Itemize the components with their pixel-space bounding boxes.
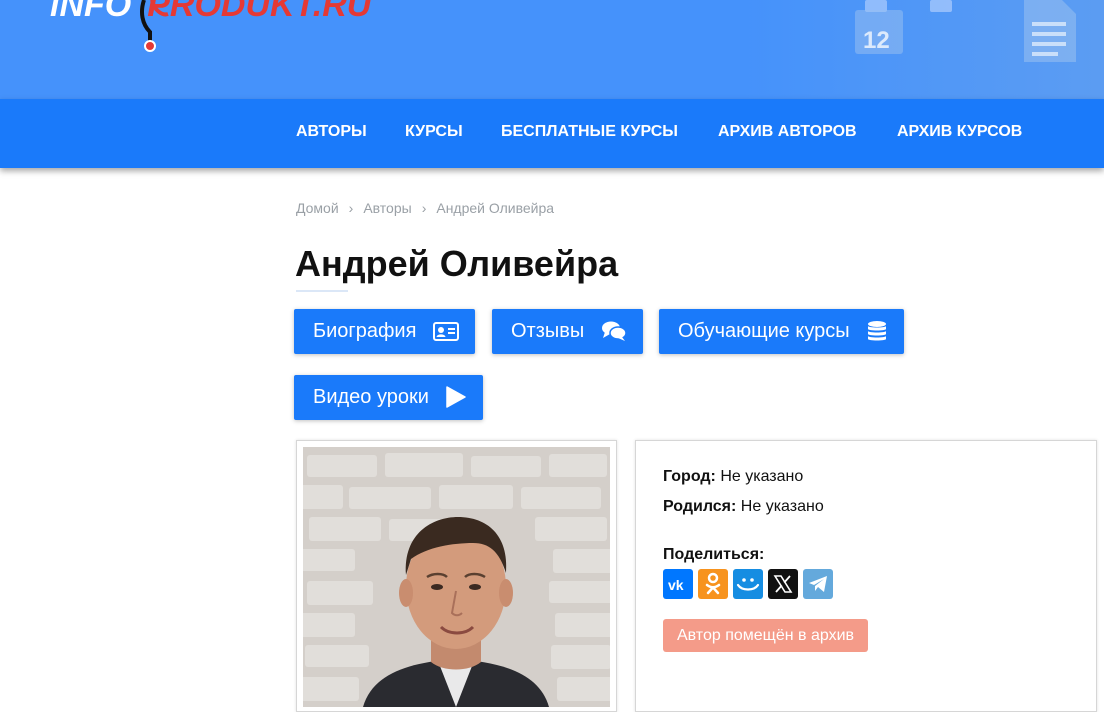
city-value: Не указано xyxy=(715,468,804,485)
tab-courses-label: Обучающие курсы xyxy=(678,320,850,342)
nav-authors[interactable]: АВТОРЫ xyxy=(296,123,367,141)
id-card-icon xyxy=(433,322,459,341)
comments-icon xyxy=(602,321,627,341)
play-icon xyxy=(446,386,466,408)
breadcrumb-current: Андрей Оливейра xyxy=(436,200,555,216)
tab-reviews-label: Отзывы xyxy=(511,320,585,342)
header-decoration xyxy=(930,0,952,12)
tab-biography[interactable]: Биография xyxy=(294,309,475,354)
vk-icon: vk xyxy=(668,577,684,591)
tab-biography-label: Биография xyxy=(313,320,417,342)
odnoklassniki-icon xyxy=(705,572,721,595)
city-label: Город: xyxy=(663,468,716,485)
nav-authors-archive[interactable]: АРХИВ АВТОРОВ xyxy=(718,123,857,141)
database-icon xyxy=(868,321,886,341)
share-odnoklassniki-button[interactable] xyxy=(698,569,728,599)
x-twitter-icon xyxy=(773,575,793,593)
site-header: iNFO PRODUKT.RU 12 xyxy=(0,0,1104,99)
calendar-icon: 12 xyxy=(855,10,903,54)
nav-free-courses[interactable]: БЕСПЛАТНЫЕ КУРСЫ xyxy=(501,123,678,141)
breadcrumb-separator: › xyxy=(348,200,354,216)
page-title: Андрей Оливейра xyxy=(295,243,619,284)
share-label: Поделиться: xyxy=(663,546,765,563)
logo-text-produkt: PRODUKT.RU xyxy=(147,0,372,24)
city-row: Город: Не указано xyxy=(663,468,803,486)
author-info-card: Город: Не указано Родился: Не указано По… xyxy=(635,440,1097,712)
tab-courses[interactable]: Обучающие курсы xyxy=(659,309,904,354)
share-moimir-button[interactable] xyxy=(733,569,763,599)
breadcrumb-authors[interactable]: Авторы xyxy=(363,200,411,216)
author-photo-card xyxy=(296,440,617,712)
share-vk-button[interactable]: vk xyxy=(663,569,693,599)
breadcrumb-separator: › xyxy=(421,200,427,216)
archive-status-badge: Автор помещён в архив xyxy=(663,619,868,652)
born-value: Не указано xyxy=(736,498,824,515)
title-underline xyxy=(296,290,348,292)
nav-courses-archive[interactable]: АРХИВ КУРСОВ xyxy=(897,123,1022,141)
moimir-icon xyxy=(736,578,760,591)
site-logo[interactable]: iNFO PRODUKT.RU xyxy=(50,0,371,25)
born-label: Родился: xyxy=(663,498,737,515)
calendar-number: 12 xyxy=(863,27,890,54)
tab-reviews[interactable]: Отзывы xyxy=(492,309,643,354)
telegram-icon xyxy=(809,576,827,592)
main-navigation: АВТОРЫ КУРСЫ БЕСПЛАТНЫЕ КУРСЫ АРХИВ АВТО… xyxy=(0,99,1104,168)
breadcrumb: Домой › Авторы › Андрей Оливейра xyxy=(296,200,554,216)
tab-video-lessons-label: Видео уроки xyxy=(313,386,429,408)
breadcrumb-home[interactable]: Домой xyxy=(296,200,339,216)
author-portrait-image xyxy=(303,447,610,707)
author-photo xyxy=(303,447,610,707)
nav-courses[interactable]: КУРСЫ xyxy=(405,123,463,141)
svg-text:vk: vk xyxy=(668,577,684,591)
document-icon xyxy=(1024,0,1076,62)
share-telegram-button[interactable] xyxy=(803,569,833,599)
tab-video-lessons[interactable]: Видео уроки xyxy=(294,375,483,420)
logo-pin-icon xyxy=(140,0,169,52)
share-x-button[interactable] xyxy=(768,569,798,599)
born-row: Родился: Не указано xyxy=(663,498,824,516)
logo-text-info: iNFO xyxy=(50,0,132,24)
